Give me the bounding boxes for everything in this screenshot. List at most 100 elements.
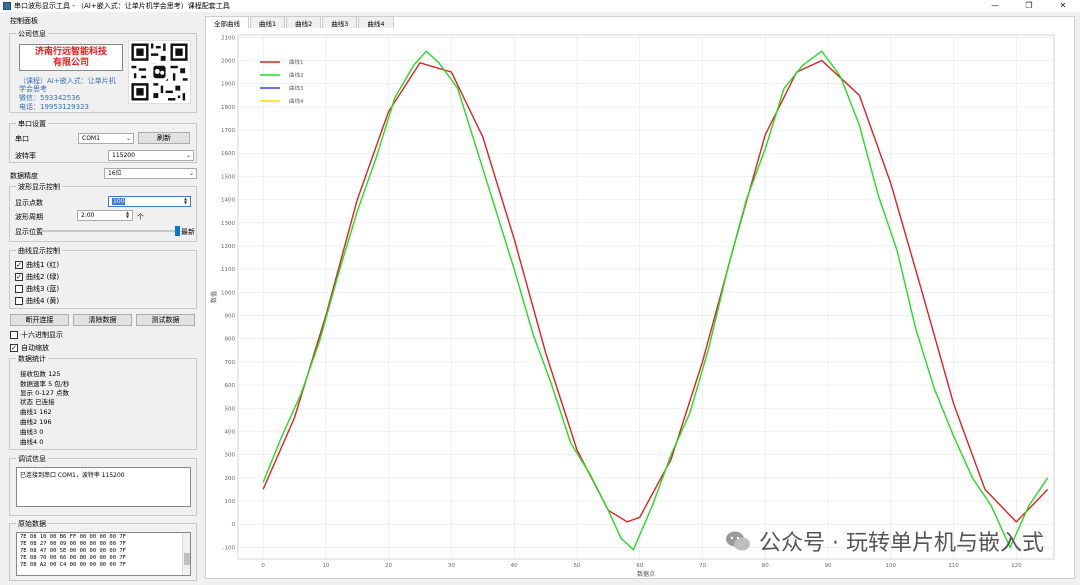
- debug-text: 已连接到串口 COM1，波特率 115200: [20, 472, 125, 479]
- serial-settings-title: 串口设置: [16, 119, 48, 129]
- y-tick-label: 1500: [221, 174, 235, 180]
- x-tick-label: 30: [448, 563, 455, 569]
- data-width-select[interactable]: 16位 ⌄: [104, 168, 197, 179]
- period-unit: 个: [137, 213, 144, 221]
- period-label: 波形周期: [15, 213, 43, 221]
- points-spinbox[interactable]: 100 ▲ ▼: [108, 196, 191, 207]
- curve2-checkbox[interactable]: ✓: [15, 273, 23, 281]
- position-slider[interactable]: [40, 226, 180, 236]
- stat-packets: 接收包数 125: [20, 370, 61, 378]
- tab-curve2[interactable]: 曲线2: [286, 16, 322, 28]
- period-spinbox[interactable]: 2.00 ▲ ▼: [77, 210, 133, 221]
- auto-scale-toggle[interactable]: ✓ 自动缩放: [10, 343, 49, 353]
- port-select[interactable]: COM1 ⌄: [78, 133, 134, 144]
- curve4-toggle[interactable]: 曲线4 (黄): [15, 296, 59, 306]
- stat-curve2: 曲线2 196: [20, 418, 52, 426]
- baud-select[interactable]: 115200 ⌄: [108, 150, 194, 161]
- y-tick-label: 1000: [221, 290, 235, 296]
- port-value: COM1: [82, 135, 100, 142]
- tab-curve3[interactable]: 曲线3: [322, 16, 358, 28]
- close-button[interactable]: ✕: [1046, 0, 1080, 12]
- phone-info: 电话：19953129323: [19, 103, 89, 111]
- watermark: 公众号 · 玩转单片机与嵌入式: [725, 525, 1044, 557]
- tab-all-curves[interactable]: 全部曲线: [205, 16, 249, 28]
- y-tick-label: 300: [225, 453, 236, 459]
- auto-scale-checkbox[interactable]: ✓: [10, 344, 18, 352]
- y-tick-label: 1100: [221, 267, 235, 273]
- refresh-button[interactable]: 刷新: [138, 132, 190, 144]
- points-label: 显示点数: [15, 199, 43, 207]
- watermark-text: 公众号 · 玩转单片机与嵌入式: [759, 531, 1044, 556]
- company-info-group: 公司信息 济南行远智能科技 有限公司 （课程）AI+嵌入式：让单片机 学会思考 …: [9, 29, 197, 113]
- y-tick-label: 2000: [221, 59, 235, 65]
- curve1-toggle[interactable]: ✓ 曲线1 (红): [15, 260, 59, 270]
- port-label: 串口: [15, 135, 29, 143]
- y-tick-label: 700: [225, 360, 236, 366]
- debug-textarea[interactable]: 已连接到串口 COM1，波特率 115200: [16, 467, 191, 507]
- scrollbar-thumb[interactable]: [184, 553, 190, 565]
- stat-curve3: 曲线3 0: [20, 428, 44, 436]
- plot-area: [237, 34, 1055, 560]
- position-value: 最新: [181, 228, 195, 236]
- stat-curve1: 曲线1 162: [20, 408, 52, 416]
- y-tick-label: 100: [225, 499, 236, 505]
- test-data-button[interactable]: 测试数据: [136, 314, 195, 326]
- clear-data-button[interactable]: 清除数据: [73, 314, 132, 326]
- debug-group: 调试信息 已连接到串口 COM1，波特率 115200: [9, 454, 197, 516]
- x-tick-label: 90: [825, 563, 832, 569]
- chart-panel: -100 0 100 200 300 400 500 600 700 800 900 1000 1100…: [205, 16, 1075, 579]
- slider-handle[interactable]: [175, 226, 180, 236]
- wave-control-group: 波形显示控制 显示点数 100 ▲ ▼ 波形周期 2.00 ▲ ▼ 个 显示位置 最…: [9, 182, 197, 242]
- stats-group: 数据统计 接收包数 125 数据速率 5 包/秒 显示 0-127 点数 状态 …: [9, 354, 197, 450]
- company-name-line2: 有限公司: [52, 57, 89, 68]
- tab-curve1[interactable]: 曲线1: [250, 16, 286, 28]
- raw-line: 7E 08 27 00 09 00 00 00 00 00 7F: [20, 541, 126, 547]
- curve2-toggle[interactable]: ✓ 曲线2 (绿): [15, 272, 59, 282]
- spin-arrows-icon[interactable]: ▲ ▼: [124, 211, 131, 220]
- data-width-value: 16位: [108, 170, 122, 177]
- y-tick-label: 400: [225, 429, 236, 435]
- hex-display-toggle[interactable]: 十六进制显示: [10, 330, 63, 340]
- period-value: 2.00: [81, 212, 95, 219]
- legend-label-2: 曲线2: [289, 71, 304, 79]
- x-tick-label: 70: [699, 563, 706, 569]
- tab-curve4[interactable]: 曲线4: [358, 16, 394, 28]
- curve1-checkbox[interactable]: ✓: [15, 261, 23, 269]
- stat-curve4: 曲线4 0: [20, 438, 44, 446]
- curve3-checkbox[interactable]: [15, 285, 23, 293]
- spin-arrows-icon[interactable]: ▲ ▼: [182, 197, 189, 206]
- restore-button[interactable]: ❐: [1012, 0, 1046, 12]
- x-tick-label: 20: [385, 563, 392, 569]
- data-width-label: 数据精度: [10, 172, 38, 180]
- disconnect-button[interactable]: 断开连接: [10, 314, 69, 326]
- x-tick-label: 80: [762, 563, 769, 569]
- x-tick-label: 10: [322, 563, 329, 569]
- curve-tabs: 全部曲线 曲线1 曲线2 曲线3 曲线4: [205, 16, 395, 28]
- y-tick-label: 800: [225, 337, 236, 343]
- y-tick-label: 900: [225, 314, 236, 320]
- x-tick-label: 100: [886, 563, 897, 569]
- app-icon: [3, 2, 11, 10]
- raw-line: 7E 08 A2 00 C4 00 00 00 00 00 7F: [20, 562, 126, 568]
- legend-label-1: 曲线1: [289, 58, 304, 66]
- chevron-down-icon: ⌄: [188, 170, 194, 177]
- baud-label: 波特率: [15, 152, 36, 160]
- x-tick-label: 40: [511, 563, 518, 569]
- curve4-checkbox[interactable]: [15, 297, 23, 305]
- y-tick-label: 1200: [221, 244, 235, 250]
- position-label: 显示位置: [15, 228, 43, 236]
- raw-data-textarea[interactable]: 7E 08 10 00 B6 FF 00 00 00 00 7F 7E 08 2…: [16, 532, 191, 576]
- curve3-toggle[interactable]: 曲线3 (蓝): [15, 284, 59, 294]
- raw-line: 7E 08 10 00 B6 FF 00 00 00 00 7F: [20, 534, 126, 540]
- x-axis-label: 数据点: [637, 570, 655, 578]
- wechat-logo-icon: [726, 531, 751, 551]
- minimize-button[interactable]: —: [978, 0, 1012, 12]
- y-tick-label: 200: [225, 476, 236, 482]
- y-tick-label: 1800: [221, 105, 235, 111]
- y-tick-label: 1900: [221, 82, 235, 88]
- x-tick-label: 110: [948, 563, 959, 569]
- x-tick-label: 60: [636, 563, 643, 569]
- y-tick-label: 500: [225, 406, 236, 412]
- hex-display-checkbox[interactable]: [10, 331, 18, 339]
- scrollbar[interactable]: [182, 533, 190, 575]
